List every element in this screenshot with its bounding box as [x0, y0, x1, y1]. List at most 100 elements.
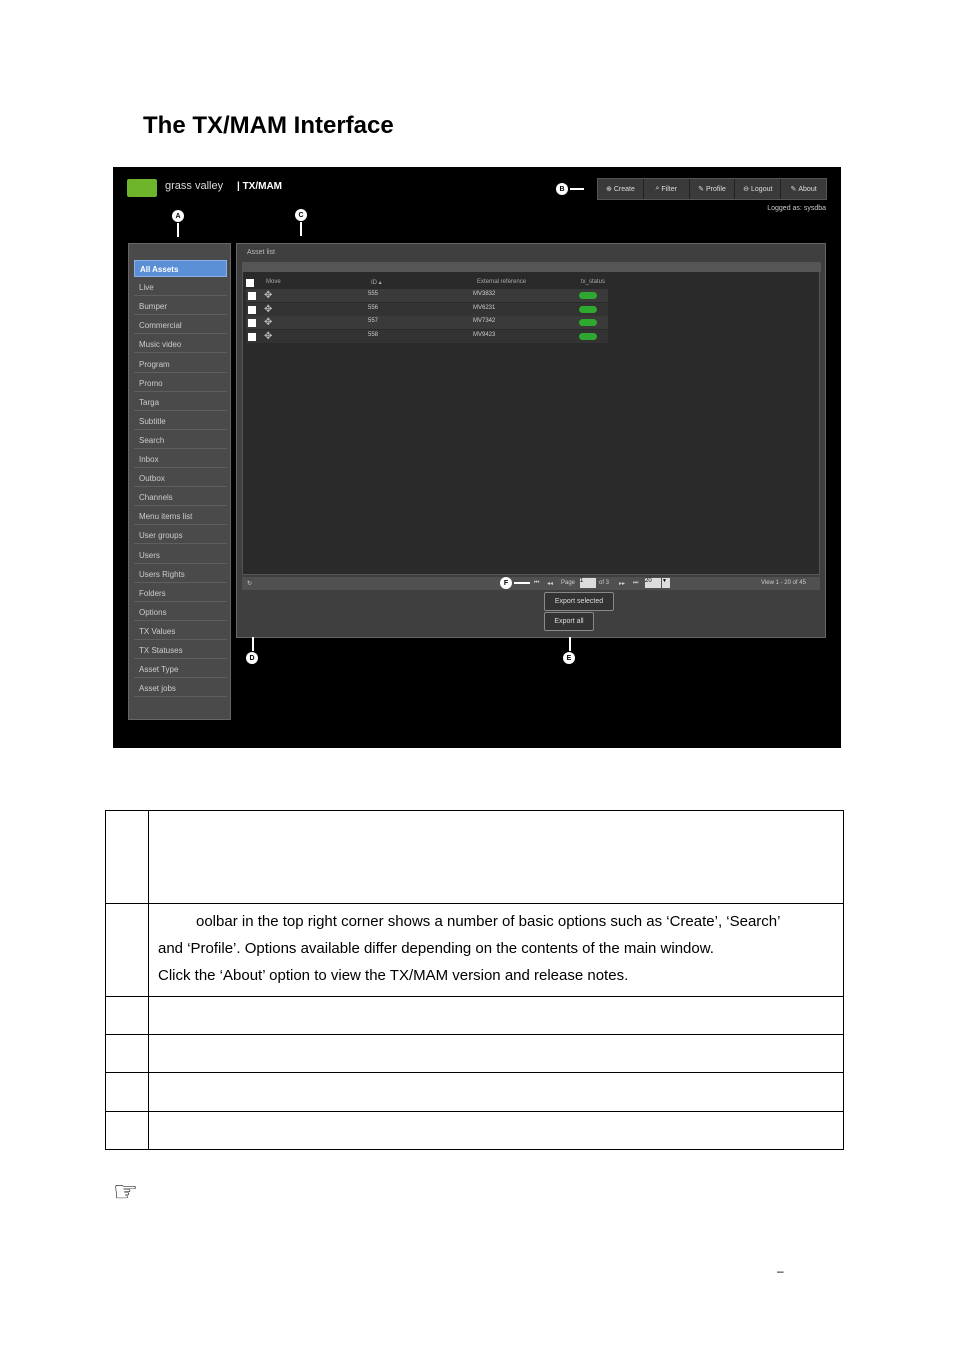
sidebar-item-music-video[interactable]: Music video	[134, 336, 227, 354]
sidebar-item-inbox[interactable]: Inbox	[134, 451, 227, 468]
cell-external-reference: MV7342	[473, 318, 496, 324]
legend-desc	[148, 1034, 844, 1073]
cell-id: 555	[368, 291, 379, 297]
callout-a-line	[177, 223, 179, 237]
wrench-icon: ✎	[790, 186, 797, 193]
pager-bar: ↻ ⏮ ◂◂ Page 1 of 3 ▸▸ ⏭ 20 ▼ View 1 - 20…	[242, 577, 820, 590]
move-handle-icon[interactable]: ✥	[264, 316, 272, 329]
sidebar-item-tx-statuses[interactable]: TX Statuses	[134, 642, 227, 659]
create-button[interactable]: ⊕ Create	[598, 179, 644, 199]
legend-key	[105, 1111, 149, 1150]
filter-button[interactable]: ⌕ Filter	[644, 179, 690, 199]
create-label: Create	[613, 185, 635, 193]
logged-in-user: Logged as: sysdba	[767, 205, 826, 212]
legend-key	[105, 810, 149, 904]
page-size-select[interactable]: 20	[645, 578, 661, 588]
sidebar-item-subtitle[interactable]: Subtitle	[134, 413, 227, 430]
about-button[interactable]: ✎ About	[781, 179, 826, 199]
row-checkbox[interactable]	[248, 319, 256, 327]
sidebar-item-menu-items-list[interactable]: Menu items list	[134, 508, 227, 526]
sidebar-item-outbox[interactable]: Outbox	[134, 470, 227, 488]
chevron-down-icon[interactable]: ▼	[662, 578, 670, 588]
profile-button[interactable]: ✎ Profile	[690, 179, 736, 199]
cell-external-reference: MV9423	[473, 331, 496, 338]
callout-f-line	[514, 582, 530, 584]
callout-e-line	[569, 637, 571, 651]
footer-mark: –	[777, 1264, 784, 1278]
callout-f: F	[500, 577, 512, 589]
page-input[interactable]: 1	[580, 578, 596, 588]
next-page-icon[interactable]: ▸▸	[619, 580, 625, 587]
sidebar-item-commercial[interactable]: Commercial	[134, 317, 227, 335]
column-id[interactable]: ID ▴	[371, 279, 382, 286]
legend-row2-line1: oolbar in the top right corner shows a n…	[196, 913, 781, 930]
sidebar-item-user-groups[interactable]: User groups	[134, 527, 227, 545]
sidebar-item-all-assets[interactable]: All Assets	[134, 260, 227, 277]
sidebar-item-live[interactable]: Live	[134, 279, 227, 297]
legend-key	[105, 1034, 149, 1073]
sidebar-item-users-rights[interactable]: Users Rights	[134, 566, 227, 583]
tx-status-indicator	[579, 319, 597, 326]
about-label: About	[798, 185, 817, 193]
logout-label: Logout	[751, 185, 773, 193]
column-move[interactable]: Move	[266, 279, 281, 285]
first-page-icon[interactable]: ⏮	[534, 580, 539, 587]
page-label: Page	[561, 580, 576, 586]
prev-page-icon[interactable]: ◂◂	[547, 580, 553, 587]
select-all-checkbox[interactable]	[246, 279, 254, 287]
cell-id: 557	[368, 318, 379, 324]
sidebar-item-bumper[interactable]: Bumper	[134, 298, 227, 316]
export-selected-button[interactable]: Export selected	[544, 592, 614, 611]
legend-key	[105, 903, 149, 997]
txmam-screenshot: grass valley | TX/MAM B ⊕ Create ⌕ Filter …	[113, 167, 841, 748]
row-checkbox[interactable]	[248, 332, 256, 341]
legend-row2-line3: Click the ‘About’ option to view the TX/…	[158, 967, 629, 984]
last-page-icon[interactable]: ⏭	[633, 580, 638, 587]
sidebar-item-promo[interactable]: Promo	[134, 375, 227, 392]
panel-title: Asset list	[247, 249, 276, 256]
legend-desc: oolbar in the top right corner shows a n…	[148, 903, 844, 997]
table-row[interactable]: ✥ 557 MV7342	[246, 316, 608, 329]
view-count: View 1 - 20 of 45	[761, 580, 806, 586]
tx-status-indicator	[579, 332, 597, 340]
refresh-icon[interactable]: ↻	[247, 580, 252, 587]
move-handle-icon[interactable]: ✥	[264, 303, 272, 316]
export-all-button[interactable]: Export all	[544, 612, 594, 631]
legend-key	[105, 1072, 149, 1112]
tx-status-indicator	[579, 292, 597, 299]
move-handle-icon[interactable]: ✥	[264, 289, 272, 302]
sidebar-item-asset-jobs[interactable]: Asset jobs	[134, 680, 227, 698]
row-checkbox[interactable]	[248, 305, 256, 314]
logout-button[interactable]: ⊖ Logout	[735, 179, 782, 199]
tx-status-indicator	[579, 305, 597, 313]
callout-c-line	[300, 222, 302, 236]
sidebar-item-targa[interactable]: Targa	[134, 394, 227, 411]
filter-label: Filter	[661, 185, 677, 193]
column-external-reference[interactable]: External reference	[477, 279, 526, 285]
legend-row2-line2: and ‘Profile’. Options available differ …	[158, 940, 714, 957]
sidebar-item-folders[interactable]: Folders	[134, 585, 227, 602]
sidebar-item-users[interactable]: Users	[134, 547, 227, 564]
page-count: of 3	[599, 580, 610, 586]
callout-e: E	[563, 652, 575, 664]
logout-icon: ⊖	[743, 186, 750, 193]
column-tx-status[interactable]: tx_status	[581, 279, 605, 285]
move-handle-icon[interactable]: ✥	[264, 330, 272, 343]
sidebar-item-channels[interactable]: Channels	[134, 489, 227, 507]
table-row[interactable]: ✥ 556 MV6231	[246, 302, 608, 316]
row-checkbox[interactable]	[248, 292, 256, 300]
sidebar-item-asset-type[interactable]: Asset Type	[134, 661, 227, 679]
sidebar-item-options[interactable]: Options	[134, 604, 227, 621]
callout-b: B	[556, 183, 568, 195]
asset-list-panel: Asset list Move ID ▴ External reference …	[236, 243, 826, 638]
table-row[interactable]: ✥ 555 MV3832	[246, 289, 608, 302]
sidebar-item-program[interactable]: Program	[134, 356, 227, 373]
sidebar-item-tx-values[interactable]: TX Values	[134, 623, 227, 640]
legend-desc	[148, 1111, 844, 1150]
table-row[interactable]: ✥ 558 MV9423	[246, 329, 608, 343]
plus-circle-icon: ⊕	[605, 186, 612, 193]
toolbar: ⊕ Create ⌕ Filter ✎ Profile ⊖ Logout ✎ About	[597, 178, 827, 200]
legend-desc	[148, 996, 844, 1035]
sidebar-item-search[interactable]: Search	[134, 432, 227, 449]
legend-desc	[148, 1072, 844, 1112]
